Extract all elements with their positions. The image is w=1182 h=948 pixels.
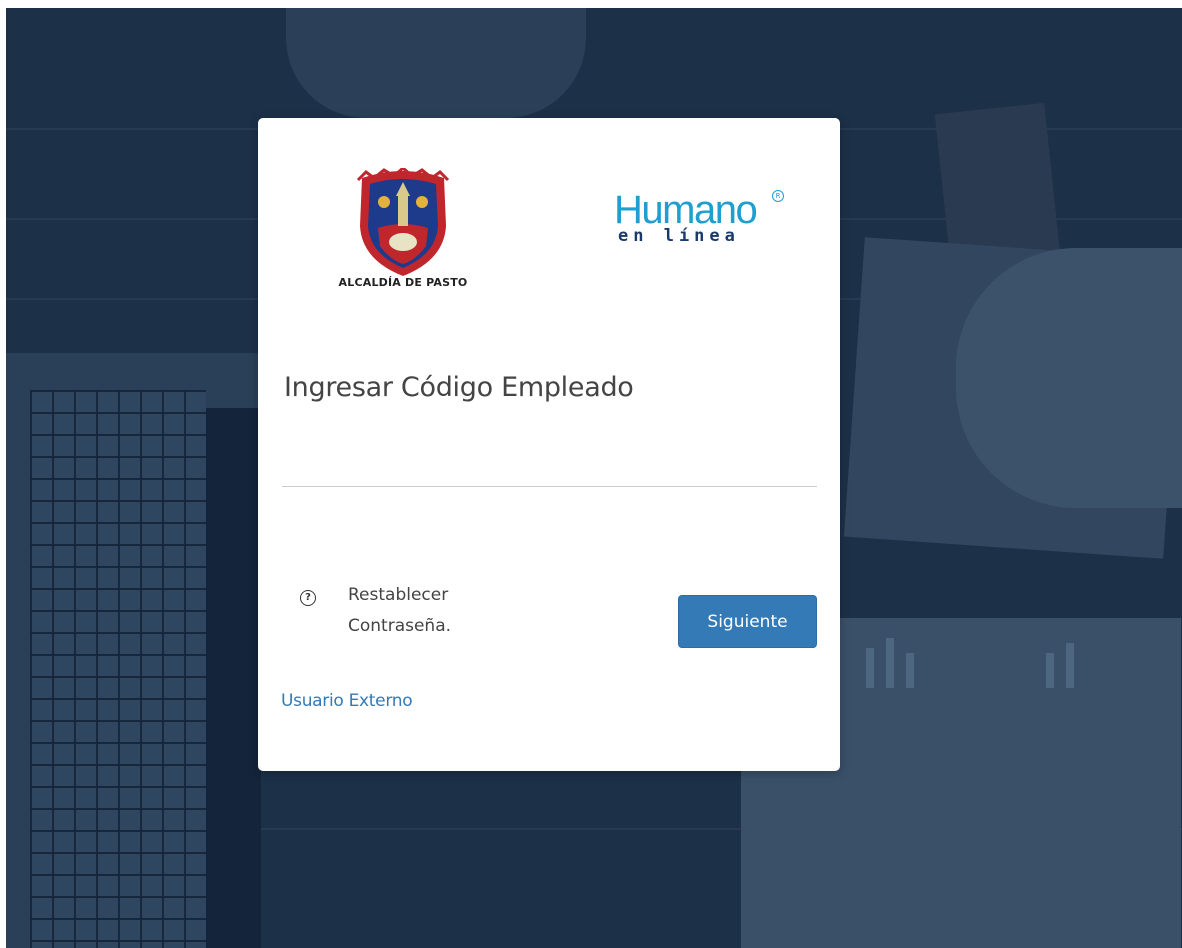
humano-en-linea-logo: Humano R en línea <box>614 188 784 258</box>
question-circle-icon: ? <box>300 590 316 606</box>
coat-of-arms-icon <box>356 168 450 276</box>
background-hand <box>956 248 1182 508</box>
background-chart-bar <box>906 653 914 688</box>
reset-password-label-line2: Contraseña. <box>348 616 452 636</box>
login-card: ALCALDÍA DE PASTO Humano R en línea Ingr… <box>258 118 840 771</box>
background-chart-bar <box>1066 643 1074 688</box>
humano-subtitle: en línea <box>618 226 740 246</box>
background-keyboard <box>30 390 206 948</box>
reset-password-label-line1: Restablecer <box>348 585 449 605</box>
background-chart-bar <box>1046 653 1054 688</box>
background-chart-bar <box>866 648 874 688</box>
reset-password-link[interactable]: ? Restablecer Contraseña. <box>300 583 500 653</box>
external-user-link[interactable]: Usuario Externo <box>281 691 413 711</box>
background-image: ALCALDÍA DE PASTO Humano R en línea Ingr… <box>6 8 1182 948</box>
alcaldia-name: ALCALDÍA DE PASTO <box>338 276 468 289</box>
registered-mark-icon: R <box>772 190 784 202</box>
page-title: Ingresar Código Empleado <box>284 372 634 403</box>
employee-code-input[interactable] <box>282 448 817 487</box>
next-button[interactable]: Siguiente <box>678 595 817 648</box>
background-laptop-screen <box>206 408 261 948</box>
background-chart-bar <box>886 638 894 688</box>
background-arm <box>286 8 586 118</box>
alcaldia-logo: ALCALDÍA DE PASTO <box>328 168 478 293</box>
